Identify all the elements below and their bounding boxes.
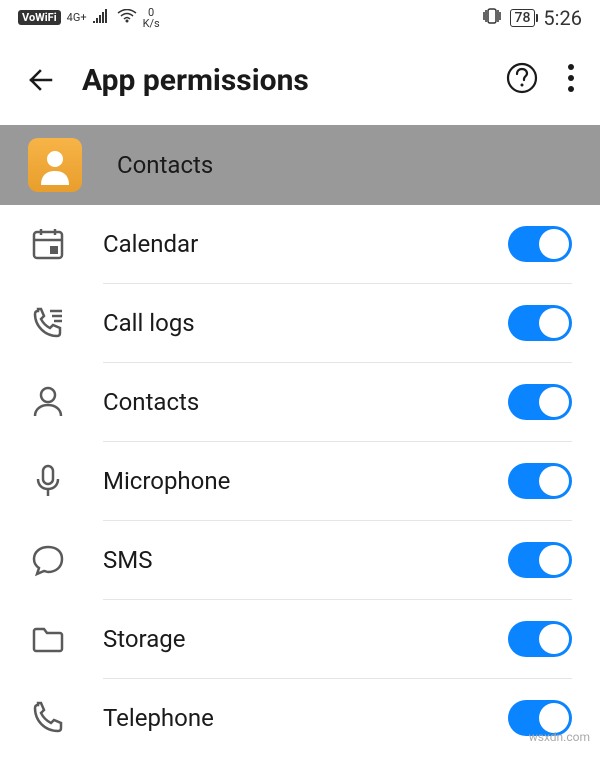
vibrate-icon xyxy=(482,7,502,29)
signal-icon xyxy=(93,8,111,27)
permission-row-microphone: Microphone xyxy=(0,442,600,520)
status-left: VoWiFi 4G+ 0 K/s xyxy=(18,7,160,29)
permission-row-sms: SMS xyxy=(0,521,600,599)
data-speed: 0 K/s xyxy=(143,7,160,29)
call-log-icon xyxy=(28,305,68,341)
battery-indicator: 78 xyxy=(510,9,536,27)
permission-label: Call logs xyxy=(103,309,473,337)
permission-row-storage: Storage xyxy=(0,600,600,678)
permission-row-contacts: Contacts xyxy=(0,363,600,441)
permission-row-calllogs: Call logs xyxy=(0,284,600,362)
status-right: 78 5:26 xyxy=(482,6,583,30)
permission-toggle-contacts[interactable] xyxy=(508,384,572,420)
permission-label: Telephone xyxy=(103,704,473,732)
permission-row-calendar: Calendar xyxy=(0,205,600,283)
wifi-icon xyxy=(117,8,137,27)
arrow-left-icon xyxy=(25,64,57,96)
contacts-app-icon xyxy=(35,145,75,185)
watermark: wsxdn.com xyxy=(529,730,590,744)
back-button[interactable] xyxy=(25,64,57,96)
sms-icon xyxy=(28,542,68,578)
app-icon xyxy=(28,138,82,192)
permission-toggle-storage[interactable] xyxy=(508,621,572,657)
vowifi-badge: VoWiFi xyxy=(18,10,61,25)
permission-label: SMS xyxy=(103,546,473,574)
telephone-icon xyxy=(28,700,68,736)
status-bar: VoWiFi 4G+ 0 K/s 78 5:26 xyxy=(0,0,600,35)
permission-label: Contacts xyxy=(103,388,473,416)
app-name: Contacts xyxy=(117,151,213,179)
storage-icon xyxy=(28,621,68,657)
permission-list: Calendar Call logs Contacts Microphone S… xyxy=(0,205,600,757)
network-type: 4G+ xyxy=(67,12,87,23)
permission-label: Calendar xyxy=(103,230,473,258)
help-button[interactable] xyxy=(505,61,539,99)
contacts-icon xyxy=(28,384,68,420)
permission-toggle-microphone[interactable] xyxy=(508,463,572,499)
more-vert-icon xyxy=(567,63,575,93)
permission-toggle-calllogs[interactable] xyxy=(508,305,572,341)
permission-toggle-calendar[interactable] xyxy=(508,226,572,262)
permission-row-telephone: Telephone xyxy=(0,679,600,757)
microphone-icon xyxy=(28,463,68,499)
clock: 5:26 xyxy=(543,6,582,30)
app-header-row: Contacts xyxy=(0,125,600,205)
permission-label: Microphone xyxy=(103,467,473,495)
help-icon xyxy=(505,61,539,95)
page-title: App permissions xyxy=(82,63,480,98)
calendar-icon xyxy=(28,226,68,262)
header: App permissions xyxy=(0,35,600,125)
permission-label: Storage xyxy=(103,625,473,653)
overflow-menu-button[interactable] xyxy=(567,63,575,97)
permission-toggle-sms[interactable] xyxy=(508,542,572,578)
